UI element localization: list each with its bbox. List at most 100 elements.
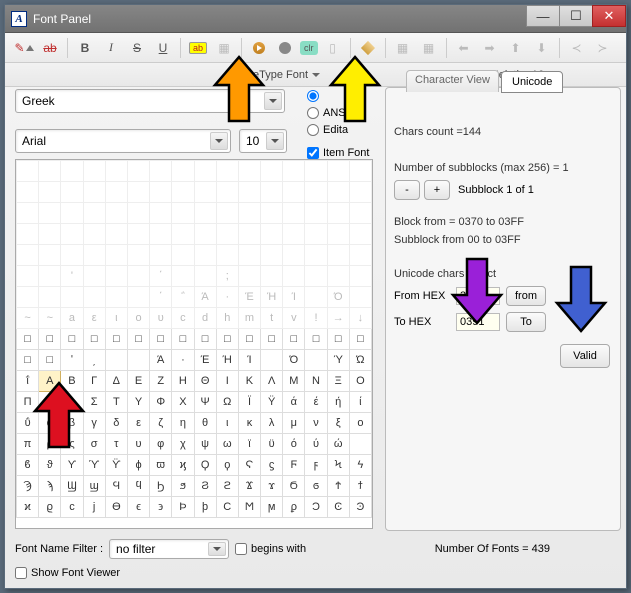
char-cell[interactable]: h — [216, 308, 238, 329]
char-cell[interactable] — [349, 203, 371, 224]
char-cell[interactable]: ϳ — [83, 497, 105, 518]
char-cell[interactable]: ϶ — [150, 497, 172, 518]
char-cell[interactable] — [261, 224, 283, 245]
char-cell[interactable] — [349, 245, 371, 266]
char-cell[interactable] — [127, 350, 149, 371]
char-cell[interactable] — [61, 392, 83, 413]
char-cell[interactable]: ϋ — [261, 434, 283, 455]
char-cell[interactable]: ϧ — [172, 476, 194, 497]
char-cell[interactable] — [305, 287, 327, 308]
char-cell[interactable]: Γ — [83, 371, 105, 392]
char-cell[interactable] — [127, 161, 149, 182]
char-cell[interactable] — [261, 203, 283, 224]
char-cell[interactable] — [194, 161, 216, 182]
char-cell[interactable] — [172, 266, 194, 287]
char-cell[interactable] — [194, 182, 216, 203]
char-cell[interactable]: ύ — [305, 434, 327, 455]
char-cell[interactable]: d — [194, 308, 216, 329]
char-cell[interactable] — [39, 266, 61, 287]
char-cell[interactable]: □ — [17, 350, 39, 371]
char-cell[interactable]: ο — [349, 413, 371, 434]
subblock-plus-button[interactable]: + — [424, 180, 450, 200]
char-cell[interactable]: Ϩ — [194, 476, 216, 497]
char-cell[interactable]: ϝ — [305, 455, 327, 476]
char-cell[interactable]: ʹ — [61, 350, 83, 371]
char-cell[interactable] — [83, 161, 105, 182]
char-cell[interactable] — [327, 161, 349, 182]
radio-ansi[interactable]: ANSI — [307, 104, 369, 121]
char-cell[interactable]: ΰ — [17, 413, 39, 434]
char-cell[interactable] — [150, 182, 172, 203]
char-cell[interactable] — [172, 203, 194, 224]
char-cell[interactable]: ο — [127, 308, 149, 329]
char-cell[interactable]: ϰ — [17, 497, 39, 518]
char-cell[interactable] — [83, 203, 105, 224]
radio-truetype-input[interactable] — [307, 90, 319, 102]
from-button[interactable]: from — [506, 286, 546, 306]
char-cell[interactable] — [216, 203, 238, 224]
char-cell[interactable] — [283, 245, 305, 266]
block-combo[interactable]: Greek — [15, 89, 285, 113]
char-cell[interactable]: ε — [127, 413, 149, 434]
char-cell[interactable]: Δ — [105, 371, 127, 392]
dropdown-icon[interactable] — [264, 92, 282, 110]
char-cell[interactable]: ϒ — [61, 455, 83, 476]
char-cell[interactable]: λ — [261, 413, 283, 434]
char-cell[interactable]: ϵ — [127, 497, 149, 518]
char-cell[interactable]: Ί — [238, 350, 260, 371]
char-cell[interactable]: ω — [216, 434, 238, 455]
char-cell[interactable] — [305, 224, 327, 245]
char-cell[interactable]: ↓ — [349, 308, 371, 329]
char-cell[interactable]: ό — [283, 434, 305, 455]
char-cell[interactable]: ά — [283, 392, 305, 413]
char-cell[interactable]: φ — [150, 434, 172, 455]
char-cell[interactable] — [216, 224, 238, 245]
arrow-up-button[interactable]: ⬆ — [505, 37, 527, 59]
begins-with-check[interactable]: begins with — [235, 543, 306, 555]
char-cell[interactable]: β — [61, 413, 83, 434]
char-cell[interactable] — [349, 182, 371, 203]
char-cell[interactable]: Μ — [283, 371, 305, 392]
eraser-button[interactable] — [357, 37, 379, 59]
char-cell[interactable]: Ϻ — [238, 497, 260, 518]
char-cell[interactable]: ς — [61, 434, 83, 455]
dropdown-icon[interactable] — [208, 542, 226, 556]
bold-button[interactable]: B — [74, 37, 96, 59]
char-cell[interactable]: σ — [83, 434, 105, 455]
alignpattern2-button[interactable]: ▦ — [418, 37, 440, 59]
char-cell[interactable] — [83, 224, 105, 245]
char-cell[interactable] — [105, 245, 127, 266]
char-cell[interactable]: Η — [172, 371, 194, 392]
valid-button[interactable]: Valid — [560, 344, 610, 368]
char-cell[interactable] — [305, 245, 327, 266]
char-cell[interactable]: Ρ — [39, 392, 61, 413]
char-cell[interactable] — [327, 182, 349, 203]
char-cell[interactable]: □ — [283, 329, 305, 350]
char-cell[interactable]: ι — [216, 413, 238, 434]
char-cell[interactable] — [105, 182, 127, 203]
char-cell[interactable]: Ͼ — [327, 497, 349, 518]
char-cell[interactable] — [61, 224, 83, 245]
char-cell[interactable] — [150, 245, 172, 266]
char-cell[interactable]: ϊ — [238, 434, 260, 455]
char-cell[interactable]: ϴ — [105, 497, 127, 518]
char-cell[interactable]: ϸ — [194, 497, 216, 518]
char-cell[interactable]: Ή — [216, 350, 238, 371]
char-cell[interactable]: γ — [83, 413, 105, 434]
char-cell[interactable]: □ — [17, 329, 39, 350]
char-cell[interactable]: δ — [105, 413, 127, 434]
char-cell[interactable]: · — [172, 350, 194, 371]
char-cell[interactable] — [283, 203, 305, 224]
char-cell[interactable]: Ϟ — [327, 455, 349, 476]
char-cell[interactable]: Φ — [150, 392, 172, 413]
char-cell[interactable]: ί — [349, 392, 371, 413]
char-cell[interactable] — [194, 266, 216, 287]
char-cell[interactable]: Ϙ — [194, 455, 216, 476]
char-cell[interactable]: Ψ — [194, 392, 216, 413]
alignpattern1-button[interactable]: ▦ — [392, 37, 414, 59]
char-cell[interactable]: ώ — [327, 434, 349, 455]
char-cell[interactable] — [349, 266, 371, 287]
minimize-button[interactable]: — — [526, 5, 560, 27]
char-cell[interactable]: □ — [61, 329, 83, 350]
char-cell[interactable] — [105, 266, 127, 287]
